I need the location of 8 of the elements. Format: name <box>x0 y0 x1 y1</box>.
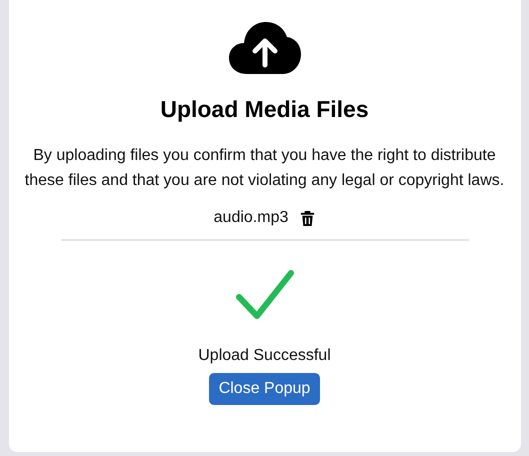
notice-text: By uploading files you confirm that you have the right to distribute these files and that you are not violating any legal or copyright laws. <box>24 146 506 191</box>
file-name: audio.mp3 <box>214 209 288 227</box>
trash-icon[interactable] <box>300 210 316 226</box>
dialog-title: Upload Media Files <box>160 96 369 123</box>
close-popup-button[interactable]: Close Popup <box>208 373 320 405</box>
check-icon <box>234 269 294 321</box>
cloud-upload-icon <box>228 22 300 76</box>
status-message: Upload Successful <box>198 347 331 365</box>
